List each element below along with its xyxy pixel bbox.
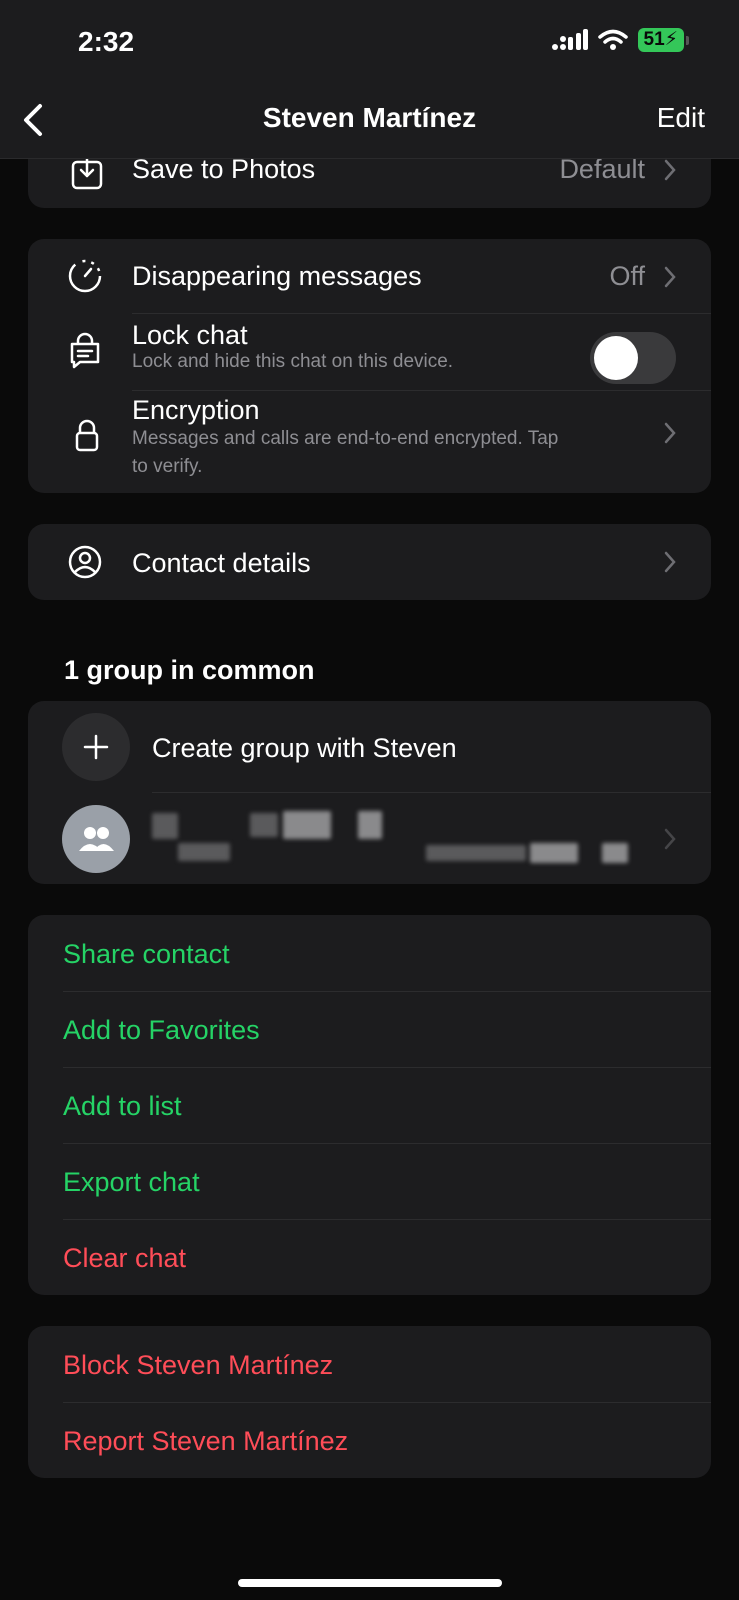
chevron-right-icon <box>664 422 676 444</box>
padlock-icon <box>75 419 99 452</box>
home-indicator[interactable] <box>238 1579 502 1587</box>
group-avatar <box>62 805 130 873</box>
cellular-signal-icon <box>551 29 588 50</box>
redacted-group-name <box>358 811 382 839</box>
wifi-icon <box>597 29 628 50</box>
timer-icon <box>68 259 102 293</box>
divider <box>63 1067 711 1068</box>
edit-button[interactable]: Edit <box>657 102 705 134</box>
block-contact-button[interactable]: Block Steven Martínez <box>63 1350 333 1381</box>
redacted-group-name <box>152 813 178 839</box>
divider <box>63 1219 711 1220</box>
battery-tip <box>686 35 689 45</box>
add-to-favorites-button[interactable]: Add to Favorites <box>63 1015 260 1046</box>
download-to-photos-icon <box>71 156 103 190</box>
redacted-group-members <box>602 843 628 863</box>
page-title: Steven Martínez <box>262 102 477 133</box>
toggle-knob <box>594 336 638 380</box>
divider <box>63 1143 711 1144</box>
contact-details-card: Contact details <box>28 524 711 600</box>
redacted-group-name <box>283 811 331 839</box>
disappearing-messages-label: Disappearing messages <box>132 261 422 291</box>
battery-indicator: 51⚡ <box>637 28 684 52</box>
redacted-group-members <box>426 845 526 861</box>
common-group-row[interactable] <box>28 793 711 884</box>
contact-details-label: Contact details <box>132 548 311 578</box>
redacted-group-members <box>530 843 578 863</box>
create-group-label: Create group with Steven <box>152 733 457 763</box>
clear-chat-button[interactable]: Clear chat <box>63 1243 186 1274</box>
status-time: 2:32 <box>78 26 135 57</box>
create-group-row[interactable]: Create group with Steven <box>28 701 711 792</box>
chevron-right-icon <box>664 159 676 181</box>
encryption-description-line1: Messages and calls are end-to-end encryp… <box>132 428 559 449</box>
block-report-card: Block Steven Martínez Report Steven Mart… <box>28 1326 711 1478</box>
lock-chat-icon <box>70 332 100 369</box>
chevron-right-icon <box>664 551 676 573</box>
redacted-group-name <box>250 813 278 837</box>
add-to-list-button[interactable]: Add to list <box>63 1091 182 1122</box>
person-circle-icon <box>68 545 102 579</box>
lock-chat-description: Lock and hide this chat on this device. <box>132 351 454 372</box>
report-contact-button[interactable]: Report Steven Martínez <box>63 1426 348 1457</box>
encryption-label: Encryption <box>132 395 260 425</box>
encryption-row[interactable]: Encryption Messages and calls are end-to… <box>28 391 711 493</box>
navigation-header: 2:32 51⚡ Steven Martínez Edit <box>0 0 739 159</box>
chevron-right-icon <box>664 266 676 288</box>
groups-in-common-header: 1 group in common <box>64 655 315 685</box>
contact-details-row[interactable]: Contact details <box>28 524 711 600</box>
privacy-card: Disappearing messages Off Lock chat Lock… <box>28 239 711 493</box>
chevron-right-icon <box>664 828 676 850</box>
disappearing-messages-value: Off <box>609 261 645 291</box>
groups-card: Create group with Steven <box>28 701 711 884</box>
share-contact-button[interactable]: Share contact <box>63 939 230 970</box>
create-group-button[interactable] <box>62 713 130 781</box>
lock-chat-toggle[interactable] <box>590 332 676 384</box>
status-icons: 51⚡ <box>551 28 689 52</box>
lock-chat-row: Lock chat Lock and hide this chat on thi… <box>28 314 711 390</box>
export-chat-button[interactable]: Export chat <box>63 1167 200 1198</box>
divider <box>63 991 711 992</box>
encryption-description-line2: to verify. <box>132 456 203 477</box>
lock-chat-label: Lock chat <box>132 320 248 350</box>
plus-icon <box>83 734 109 760</box>
disappearing-messages-row[interactable]: Disappearing messages Off <box>28 239 711 313</box>
redacted-group-members <box>178 843 230 861</box>
battery-level: 51 <box>643 29 665 50</box>
divider <box>63 1402 711 1403</box>
chat-actions-card: Share contact Add to Favorites Add to li… <box>28 915 711 1295</box>
group-people-icon <box>79 827 114 851</box>
